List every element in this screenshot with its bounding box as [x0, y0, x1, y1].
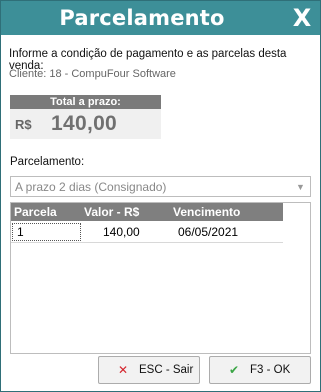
cell-parcela[interactable]: 1 — [17, 225, 24, 239]
close-button[interactable]: X — [284, 1, 320, 35]
check-icon: ✔ — [229, 363, 240, 377]
table-row[interactable]: 1 140,00 06/05/2021 — [11, 222, 283, 243]
grid-header: Parcela Valor - R$ Vencimento — [11, 203, 283, 221]
parcelamento-dialog: Parcelamento X Informe a condição de pag… — [0, 0, 321, 392]
column-header-parcela[interactable]: Parcela — [14, 204, 57, 220]
cell-valor[interactable]: 140,00 — [103, 225, 140, 239]
total-currency: R$ — [15, 117, 32, 132]
chevron-down-icon[interactable]: ▼ — [296, 180, 306, 192]
parcelamento-label: Parcelamento: — [10, 156, 85, 168]
total-panel: Total a prazo: R$ 140,00 — [10, 95, 161, 139]
parcelamento-selected-value: A prazo 2 dias (Consignado) — [15, 180, 167, 194]
total-value: 140,00 — [51, 112, 118, 135]
parcelamento-select[interactable]: A prazo 2 dias (Consignado) ▼ — [10, 176, 311, 197]
dialog-title: Parcelamento — [59, 6, 225, 30]
total-label: Total a prazo: — [10, 95, 161, 109]
f3-ok-label: F3 - OK — [250, 364, 291, 376]
column-header-valor[interactable]: Valor - R$ — [84, 204, 139, 220]
installments-grid[interactable]: Parcela Valor - R$ Vencimento 1 140,00 0… — [10, 202, 311, 354]
title-bar: Parcelamento X — [1, 1, 320, 35]
cell-vencimento[interactable]: 06/05/2021 — [178, 225, 238, 239]
esc-sair-button[interactable]: ✕ ESC - Sair — [98, 356, 200, 384]
client-text: Cliente: 18 - CompuFour Software — [9, 68, 176, 80]
esc-sair-label: ESC - Sair — [139, 364, 194, 376]
column-header-vencimento[interactable]: Vencimento — [173, 204, 240, 220]
f3-ok-button[interactable]: ✔ F3 - OK — [209, 356, 311, 384]
x-icon: ✕ — [118, 363, 129, 377]
